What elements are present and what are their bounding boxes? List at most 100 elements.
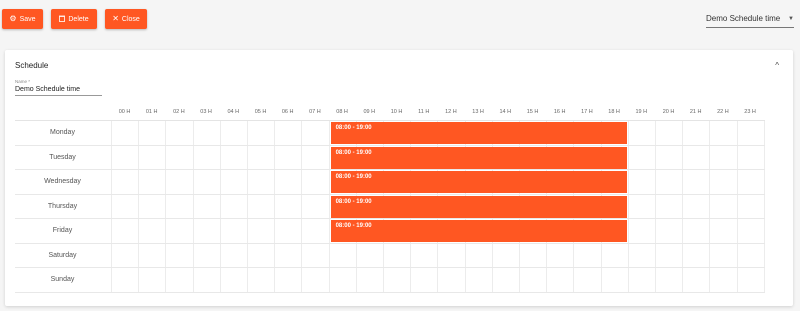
day-row-friday[interactable]: Friday 08:00 - 19:00 bbox=[15, 219, 765, 244]
name-field[interactable]: Name * Demo Schedule time bbox=[15, 79, 102, 96]
grid-line bbox=[138, 121, 140, 145]
grid-line bbox=[247, 219, 248, 243]
grid-line bbox=[111, 194, 112, 218]
grid-line bbox=[519, 268, 520, 292]
grid-line bbox=[219, 194, 221, 218]
grid-line bbox=[763, 145, 765, 169]
grid-line bbox=[274, 243, 276, 267]
grid-line bbox=[301, 243, 303, 267]
grid-line bbox=[655, 170, 656, 194]
grid-line bbox=[301, 121, 303, 145]
hour-label: 03 H bbox=[200, 109, 212, 115]
grid-line bbox=[709, 194, 711, 218]
grid-line bbox=[192, 170, 194, 194]
grid-line bbox=[192, 219, 194, 243]
name-input[interactable]: Demo Schedule time bbox=[15, 84, 102, 96]
schedule-grid: 00 H 01 H 02 H 03 H 04 H 05 H 06 H 07 H 08 H 09 H… bbox=[15, 105, 765, 293]
grid-line bbox=[682, 194, 684, 218]
time-block[interactable]: 08:00 - 19:00 bbox=[330, 171, 627, 193]
day-row-tuesday[interactable]: Tuesday 08:00 - 19:00 bbox=[15, 145, 765, 170]
grid-line bbox=[709, 268, 711, 292]
grid-line bbox=[437, 243, 439, 267]
grid-line bbox=[763, 170, 765, 194]
grid-line bbox=[111, 243, 112, 267]
grid-line bbox=[138, 170, 140, 194]
grid-line bbox=[219, 219, 221, 243]
day-row-saturday[interactable]: Saturday bbox=[15, 243, 765, 268]
grid-line bbox=[355, 243, 357, 267]
grid-line bbox=[655, 194, 656, 218]
grid-line bbox=[763, 121, 765, 145]
day-row-wednesday[interactable]: Wednesday 08:00 - 19:00 bbox=[15, 170, 765, 195]
grid-line bbox=[464, 268, 466, 292]
day-rows: Monday 08:00 - 19:00 Tuesday 08:00 - 19:00 W… bbox=[15, 120, 765, 293]
hour-label: 04 H bbox=[227, 109, 240, 115]
chevron-up-icon[interactable]: ^ bbox=[775, 61, 779, 70]
time-block[interactable]: 08:00 - 19:00 bbox=[330, 220, 627, 242]
grid-line bbox=[111, 121, 112, 145]
grid-line bbox=[165, 243, 167, 267]
grid-line bbox=[274, 194, 276, 218]
grid-line bbox=[138, 243, 140, 267]
grid-line bbox=[709, 243, 711, 267]
day-row-thursday[interactable]: Thursday 08:00 - 19:00 bbox=[15, 194, 765, 219]
hour-label: 22 H bbox=[717, 109, 729, 115]
grid-line bbox=[219, 121, 221, 145]
grid-line bbox=[682, 121, 684, 145]
delete-button[interactable]: Delete bbox=[51, 9, 97, 29]
hour-label: 07 H bbox=[309, 109, 321, 115]
grid-line bbox=[165, 121, 167, 145]
grid-line bbox=[328, 170, 330, 194]
grid-line bbox=[763, 268, 765, 292]
grid-line bbox=[274, 219, 276, 243]
grid-line bbox=[519, 243, 520, 267]
time-block[interactable]: 08:00 - 19:00 bbox=[330, 195, 627, 218]
day-row-monday[interactable]: Monday 08:00 - 19:00 bbox=[15, 121, 765, 146]
grid-line bbox=[736, 170, 738, 194]
grid-line bbox=[274, 145, 276, 169]
schedule-card: Schedule ^ Name * Demo Schedule time 00 … bbox=[5, 50, 793, 306]
time-block[interactable]: 08:00 - 19:00 bbox=[330, 146, 627, 169]
grid-line bbox=[274, 121, 276, 145]
grid-line bbox=[655, 121, 656, 145]
grid-line bbox=[328, 219, 330, 243]
grid-line bbox=[301, 145, 303, 169]
grid-line bbox=[383, 268, 384, 292]
hour-label: 12 H bbox=[445, 109, 457, 115]
day-label: Monday bbox=[50, 129, 75, 137]
hour-label: 09 H bbox=[363, 109, 376, 115]
grid-line bbox=[219, 243, 221, 267]
gear-icon: ⚙ bbox=[9, 14, 17, 23]
grid-line bbox=[736, 194, 738, 218]
grid-line bbox=[437, 268, 439, 292]
grid-line bbox=[274, 170, 276, 194]
grid-line bbox=[410, 243, 412, 267]
day-label: Friday bbox=[52, 227, 73, 235]
grid-line bbox=[328, 268, 330, 292]
day-label: Wednesday bbox=[44, 178, 81, 186]
grid-line bbox=[546, 243, 548, 267]
grid-line bbox=[111, 219, 112, 243]
grid-line bbox=[627, 219, 629, 243]
grid-line bbox=[301, 170, 303, 194]
grid-line bbox=[383, 243, 384, 267]
close-button[interactable]: ✕ Close bbox=[105, 9, 147, 29]
close-icon: ✕ bbox=[112, 14, 119, 23]
schedule-select[interactable]: Demo Schedule time ▼ bbox=[706, 10, 794, 28]
grid-line bbox=[165, 145, 167, 169]
grid-line bbox=[328, 194, 330, 218]
grid-line bbox=[138, 219, 140, 243]
grid-line bbox=[763, 194, 765, 218]
grid-line bbox=[165, 268, 167, 292]
grid-line bbox=[655, 243, 656, 267]
grid-line bbox=[247, 170, 248, 194]
day-row-sunday[interactable]: Sunday bbox=[15, 268, 765, 293]
hour-label: 21 H bbox=[689, 109, 702, 115]
day-label: Sunday bbox=[50, 276, 75, 284]
time-block[interactable]: 08:00 - 19:00 bbox=[330, 122, 627, 144]
grid-line bbox=[192, 145, 194, 169]
grid-line bbox=[600, 268, 602, 292]
save-button[interactable]: ⚙ Save bbox=[2, 9, 43, 29]
hour-label: 05 H bbox=[254, 109, 267, 115]
grid-line bbox=[546, 268, 548, 292]
